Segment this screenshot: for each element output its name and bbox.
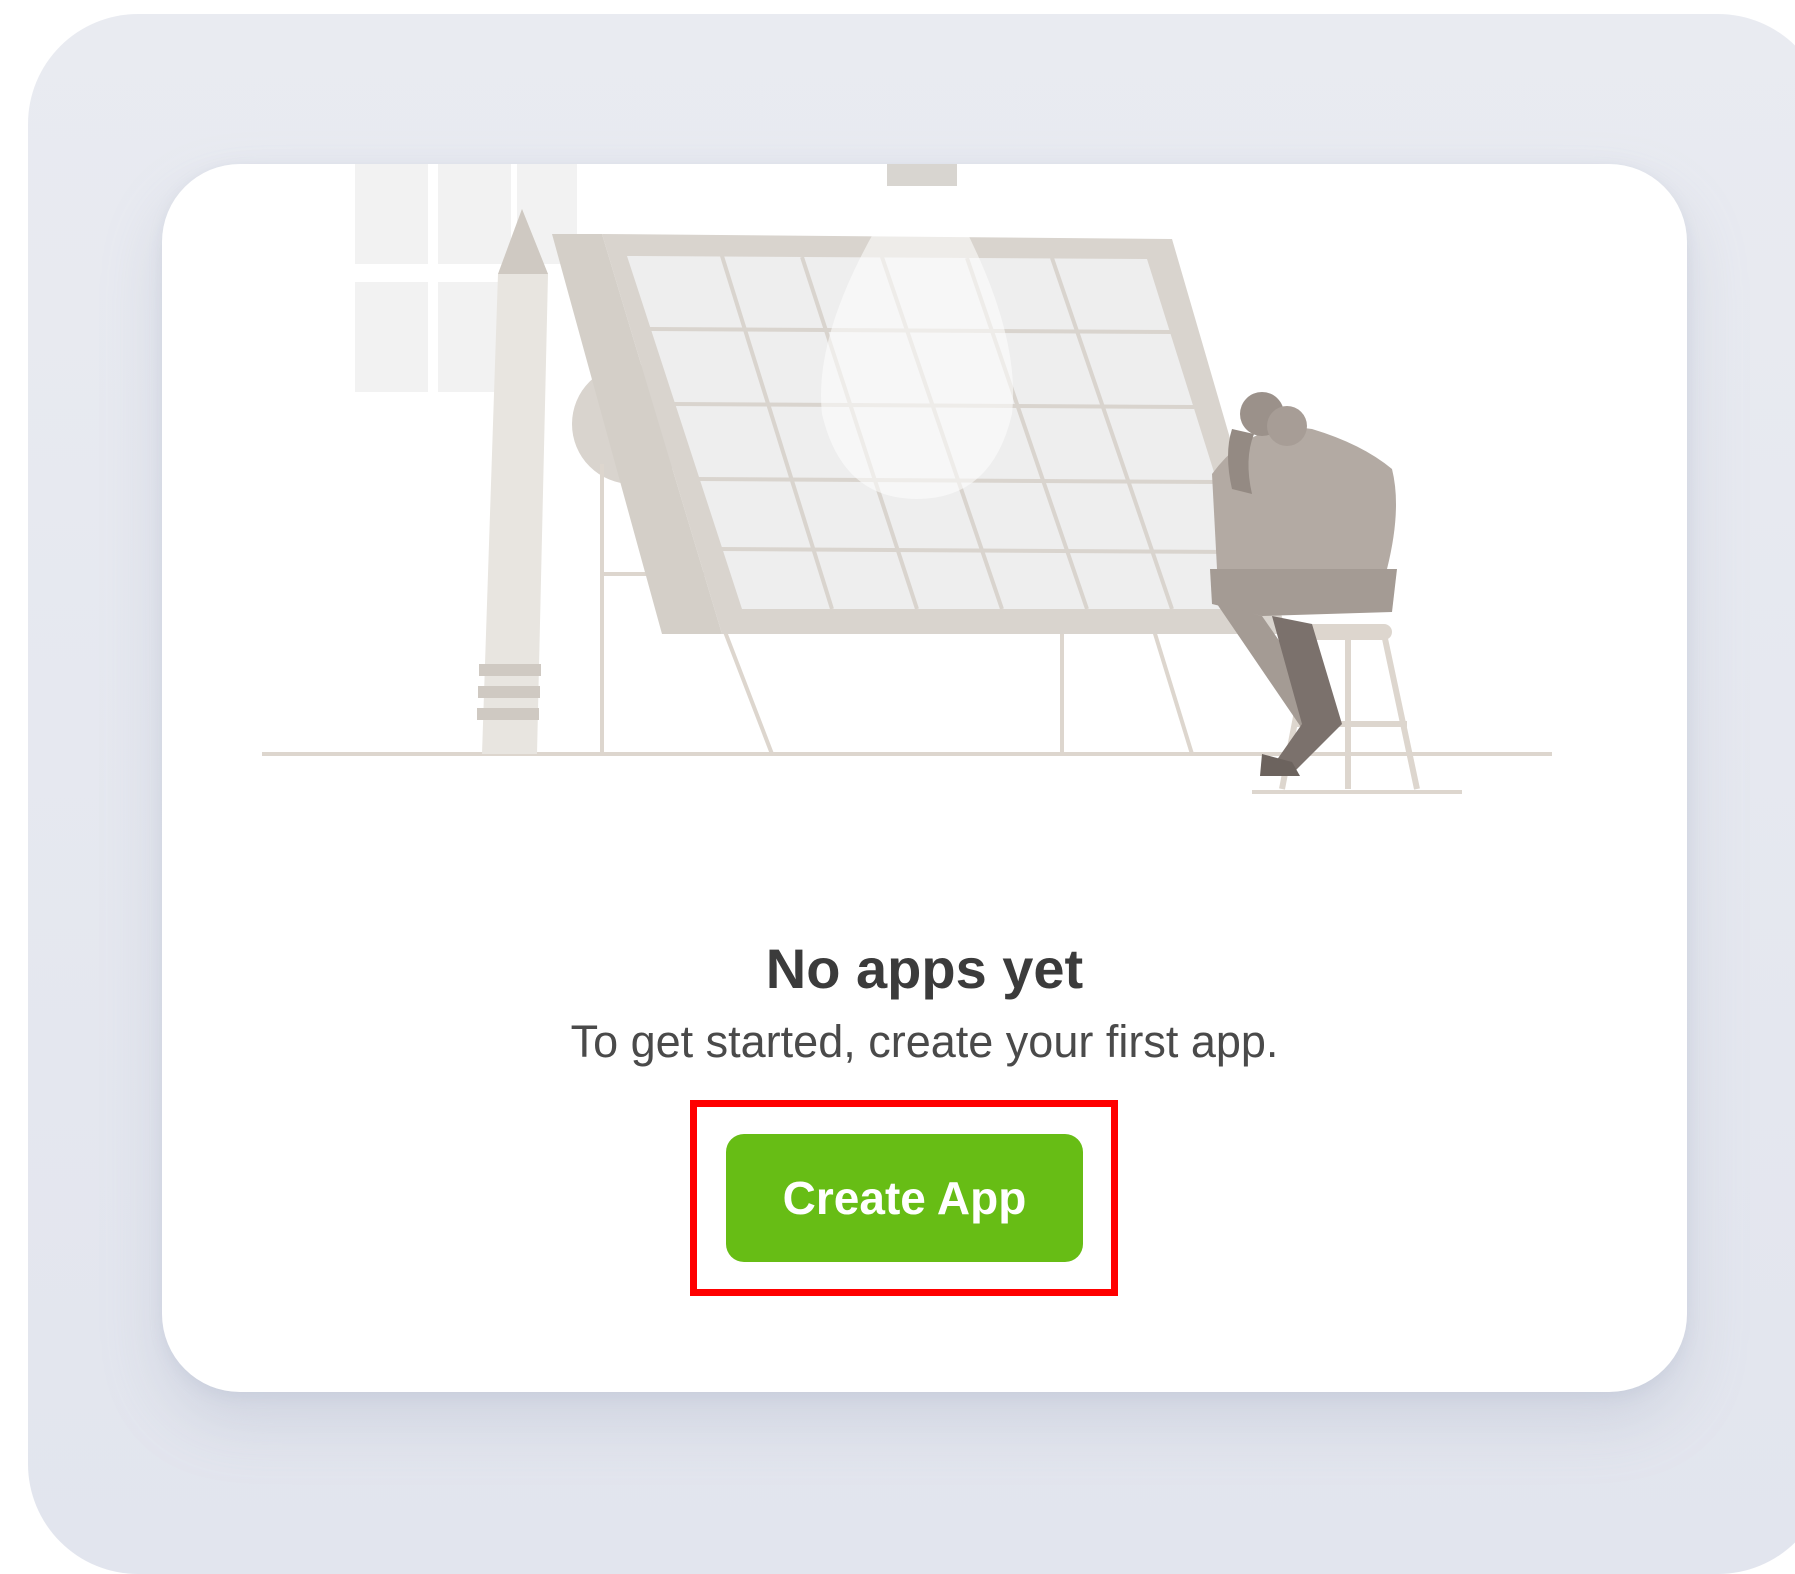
create-app-button[interactable]: Create App [726, 1134, 1083, 1262]
empty-state-title: No apps yet [765, 937, 1084, 1000]
drafting-table-illustration-icon [262, 164, 1552, 794]
empty-state-subtitle: To get started, create your first app. [570, 1016, 1279, 1067]
